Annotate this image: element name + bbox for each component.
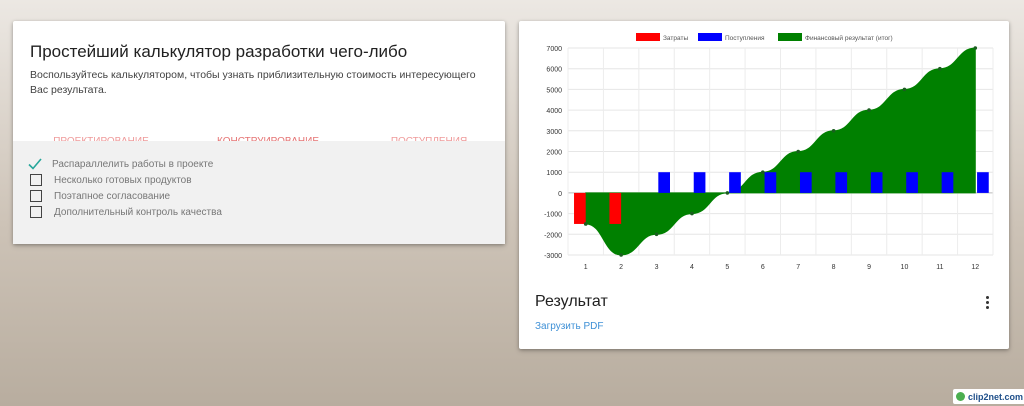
- option-label: Распараллелить работы в проекте: [52, 158, 214, 170]
- legend-label: Финансовый результат (итог): [805, 34, 893, 42]
- option-label: Дополнительный контроль качества: [54, 206, 222, 218]
- calculator-description: Воспользуйтесь калькулятором, чтобы узна…: [30, 69, 476, 96]
- option-quality-control[interactable]: Дополнительный контроль качества: [28, 204, 222, 220]
- result-title: Результат: [535, 293, 608, 310]
- point-total: [867, 108, 871, 112]
- download-pdf-link[interactable]: Загрузить PDF: [535, 321, 603, 332]
- y-tick-label: -1000: [544, 212, 562, 219]
- bar-costs: [609, 192, 622, 224]
- checkbox[interactable]: [30, 174, 42, 186]
- x-tick-label: 9: [867, 264, 871, 271]
- option-label: Поэтапное согласование: [54, 190, 171, 202]
- x-tick-label: 11: [936, 264, 943, 271]
- x-tick-label: 8: [832, 264, 836, 271]
- bar-costs: [574, 192, 586, 224]
- x-tick-label: 5: [725, 264, 729, 271]
- y-tick-label: 4000: [546, 108, 562, 115]
- y-tick-label: 5000: [546, 87, 562, 94]
- bar-income: [799, 172, 812, 193]
- point-total: [760, 170, 765, 174]
- x-tick-label: 10: [901, 264, 909, 271]
- options-panel: Распараллелить работы в проекте Нескольк…: [13, 141, 505, 244]
- x-tick-label: 4: [690, 264, 694, 271]
- y-tick-label: 7000: [546, 46, 562, 53]
- option-several-products[interactable]: Несколько готовых продуктов: [28, 172, 192, 188]
- watermark: clip2net.com: [953, 389, 1024, 404]
- point-total: [583, 222, 588, 226]
- y-tick-label: 0: [558, 191, 562, 198]
- bar-income: [764, 172, 777, 193]
- y-tick-label: -3000: [544, 253, 562, 260]
- more-vert-icon[interactable]: [981, 296, 993, 312]
- y-tick-label: -2000: [544, 232, 562, 239]
- bar-income: [977, 172, 989, 193]
- option-parallel[interactable]: Распараллелить работы в проекте: [28, 156, 213, 172]
- bar-income: [941, 172, 954, 193]
- y-tick-label: 1000: [546, 170, 562, 177]
- bar-income: [693, 172, 706, 193]
- watermark-text: clip2net.com: [968, 391, 1024, 402]
- bar-income: [729, 172, 741, 193]
- point-total: [619, 253, 623, 257]
- bar-income: [835, 172, 848, 193]
- calculator-card: Простейший калькулятор разработки чего-л…: [13, 21, 505, 244]
- legend-label: Затраты: [663, 35, 688, 42]
- legend-label: Поступления: [725, 35, 765, 42]
- legend-swatch: [636, 33, 660, 41]
- checkbox[interactable]: [30, 206, 42, 218]
- x-tick-label: 1: [584, 264, 588, 271]
- x-tick-label: 6: [761, 264, 765, 271]
- x-tick-label: 7: [796, 264, 800, 271]
- bar-income: [870, 172, 883, 193]
- legend-swatch: [698, 33, 722, 41]
- point-total: [725, 191, 730, 195]
- calculator-title: Простейший калькулятор разработки чего-л…: [30, 42, 408, 61]
- result-card: -3000 -2000 -1000 0 1000 2000 3000 4000 5000 6000…: [519, 21, 1009, 349]
- point-total: [654, 232, 659, 237]
- checkbox[interactable]: [30, 190, 42, 202]
- check-icon[interactable]: [28, 157, 42, 171]
- finance-chart: -3000 -2000 -1000 0 1000 2000 3000 4000 5000 6000…: [544, 33, 994, 271]
- point-total: [902, 87, 907, 92]
- point-total: [831, 129, 836, 133]
- y-tick-label: 3000: [546, 129, 562, 136]
- point-total: [796, 149, 801, 154]
- legend-swatch: [778, 33, 802, 41]
- y-tick-label: 6000: [546, 67, 562, 74]
- x-tick-label: 3: [655, 264, 659, 271]
- point-total: [938, 66, 942, 71]
- bar-income: [906, 172, 918, 193]
- point-total: [690, 211, 694, 216]
- y-tick-label: 2000: [546, 150, 562, 157]
- bar-income: [658, 172, 670, 193]
- option-label: Несколько готовых продуктов: [54, 174, 192, 186]
- option-staged-approval[interactable]: Поэтапное согласование: [28, 188, 170, 204]
- clip2net-logo-icon: [956, 392, 965, 401]
- x-tick-label: 12: [971, 264, 979, 271]
- x-tick-label: 2: [619, 264, 623, 271]
- point-total: [973, 46, 978, 50]
